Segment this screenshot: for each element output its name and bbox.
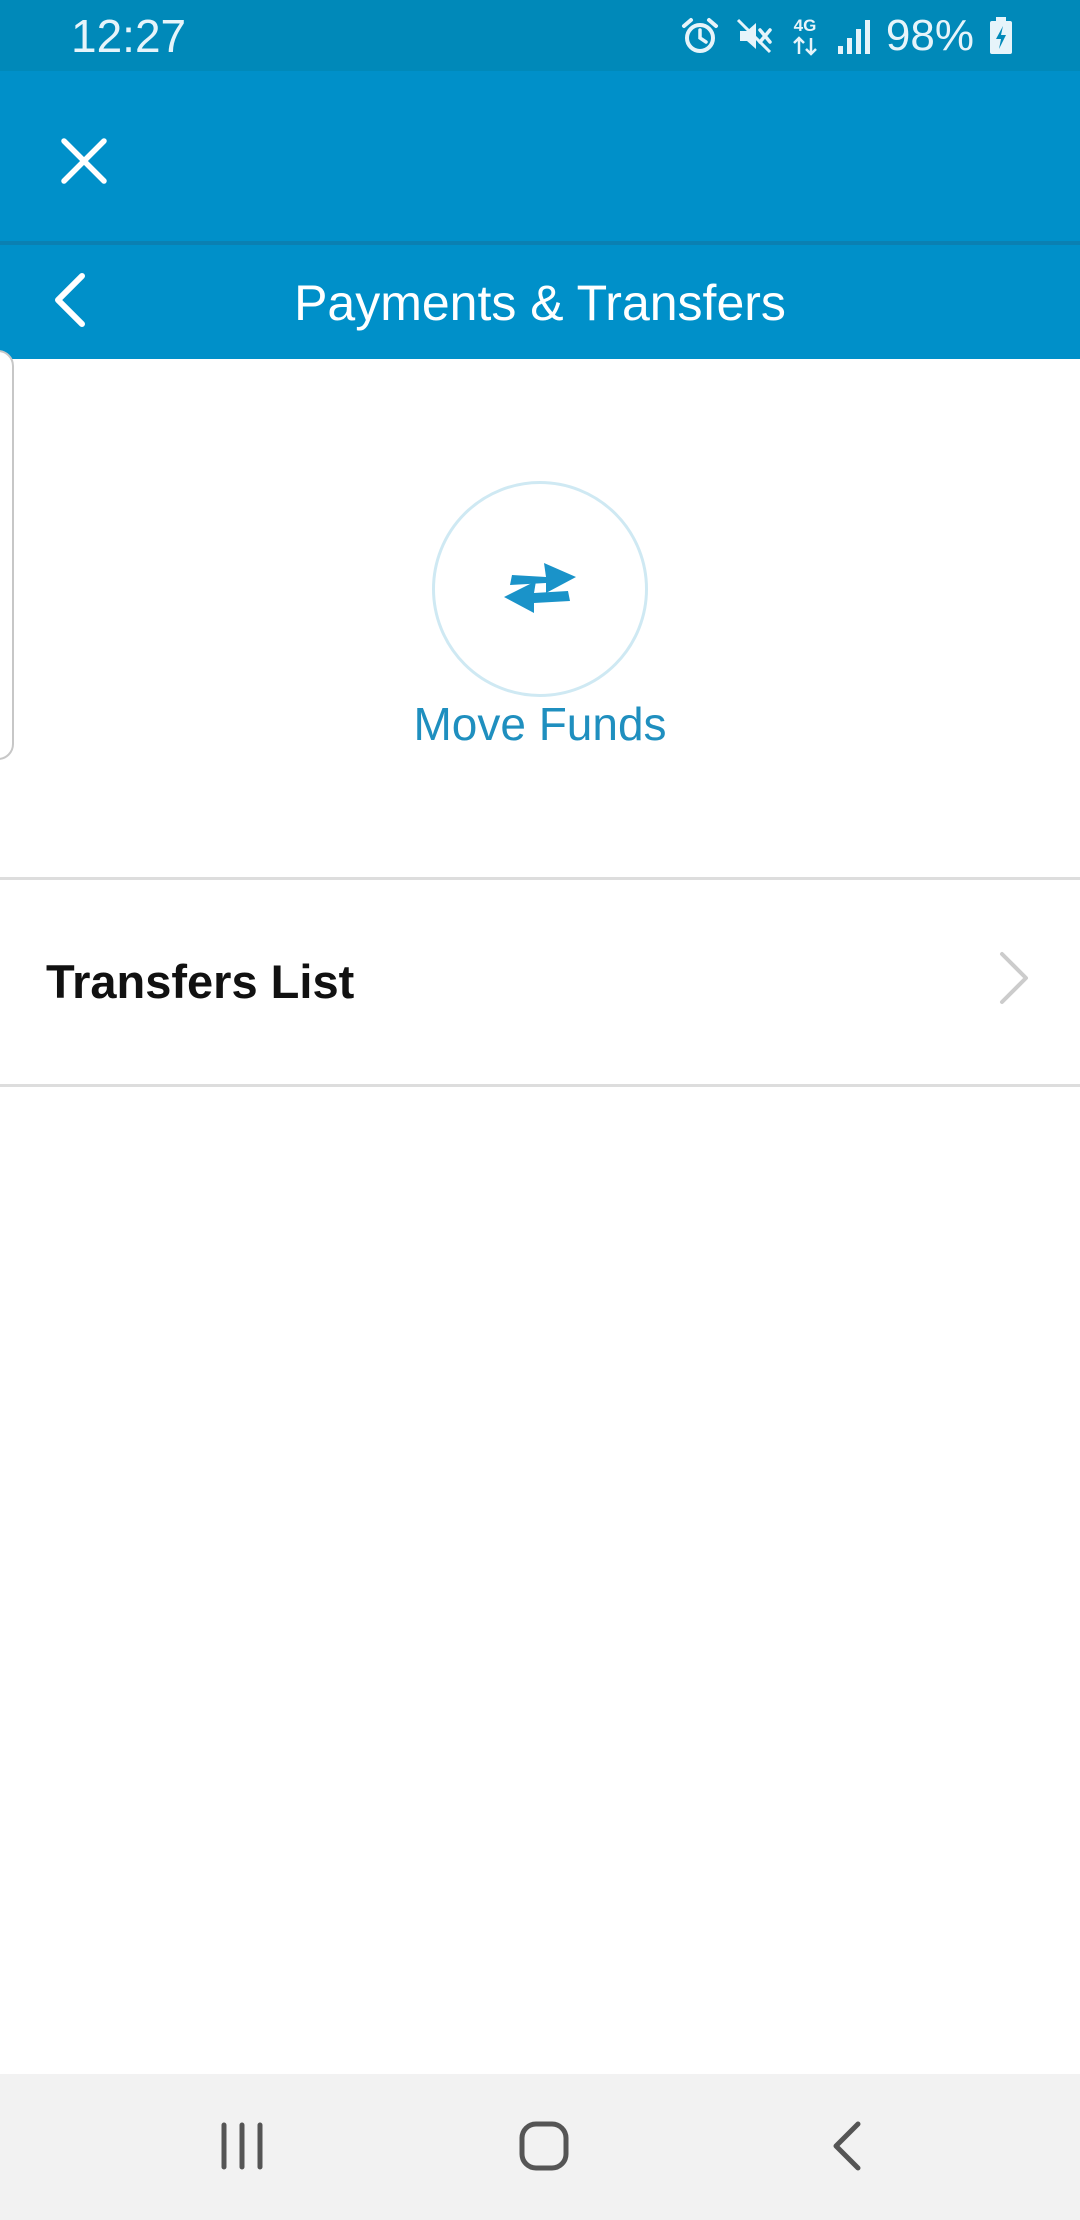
back-icon: [828, 2120, 864, 2177]
top-app-bar: [0, 71, 1080, 241]
signal-icon: [836, 16, 872, 56]
mute-icon: [734, 16, 774, 56]
home-icon: [518, 2120, 570, 2177]
close-button[interactable]: [44, 123, 124, 203]
status-icons: 4G 98%: [680, 10, 1014, 62]
4g-data-icon: 4G: [788, 14, 822, 58]
home-button[interactable]: [484, 2102, 604, 2194]
move-funds-circle: [432, 481, 648, 697]
navigation-bar: [0, 2074, 1080, 2220]
svg-text:4G: 4G: [794, 16, 817, 35]
battery-charging-icon: [988, 16, 1014, 56]
transfers-list-row[interactable]: Transfers List: [0, 880, 1080, 1084]
alarm-icon: [680, 16, 720, 56]
divider: [0, 1084, 1080, 1087]
edge-panel-handle[interactable]: [0, 350, 14, 760]
nav-back-button[interactable]: [786, 2102, 906, 2194]
status-bar: 12:27 4G 98%: [0, 0, 1080, 71]
recent-apps-button[interactable]: [182, 2102, 302, 2194]
swap-arrows-icon: [500, 555, 580, 624]
move-funds-label: Move Funds: [413, 698, 667, 750]
chevron-right-icon: [998, 950, 1030, 1011]
transfers-list-label: Transfers List: [46, 955, 355, 1008]
page-title: Payments & Transfers: [294, 275, 786, 331]
battery-percent: 98%: [885, 11, 974, 60]
move-funds-button[interactable]: Move Funds: [380, 476, 700, 756]
close-icon: [60, 137, 108, 190]
recent-apps-icon: [218, 2121, 266, 2176]
title-bar: Payments & Transfers: [0, 245, 1080, 359]
status-time: 12:27: [71, 10, 187, 62]
